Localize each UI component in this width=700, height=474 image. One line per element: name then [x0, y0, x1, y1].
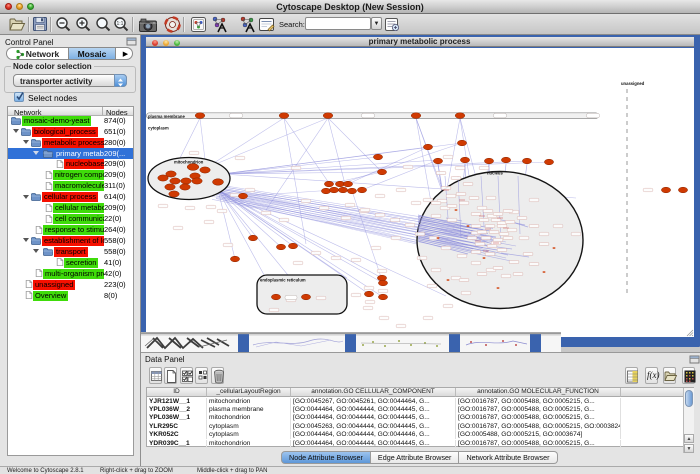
svg-text:cytoplasm: cytoplasm [148, 126, 169, 131]
svg-text:nucleus: nucleus [487, 171, 503, 176]
svg-text:plasma membrane: plasma membrane [148, 114, 185, 119]
svg-text:endoplasmic reticulum: endoplasmic reticulum [260, 278, 306, 283]
svg-text:mitochondrion: mitochondrion [174, 160, 204, 165]
svg-text:unassigned: unassigned [621, 81, 645, 86]
svg-text:1:1: 1:1 [117, 21, 124, 27]
